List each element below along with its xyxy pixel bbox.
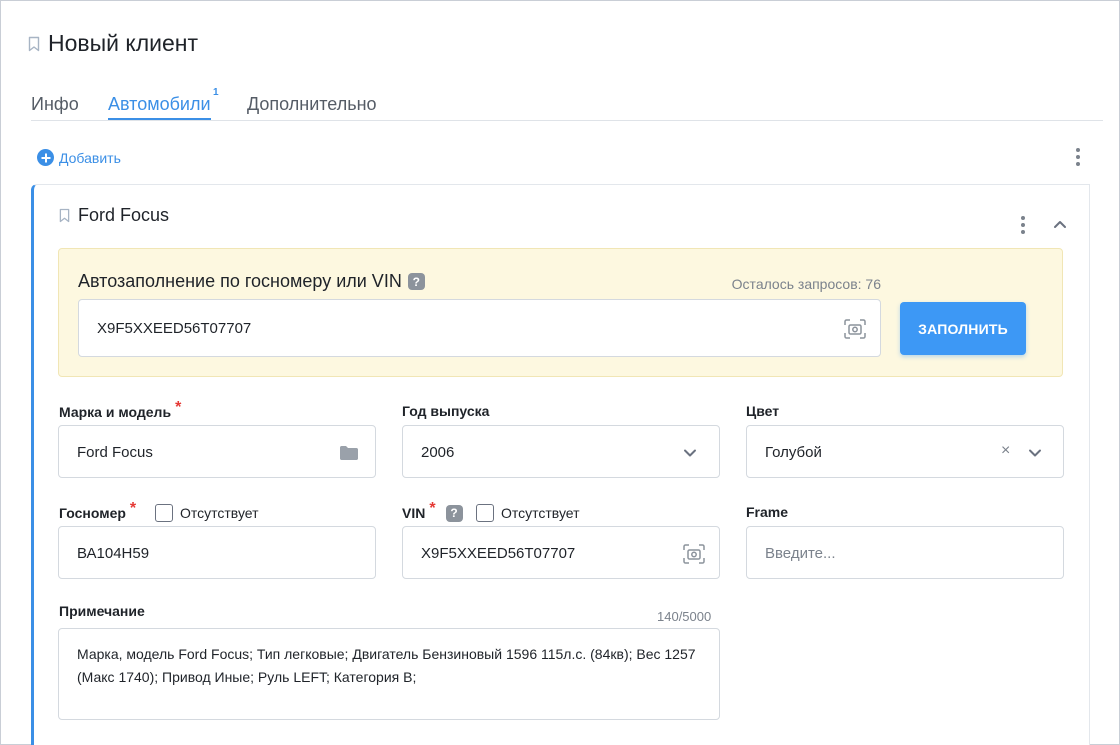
clear-x-icon[interactable]: × bbox=[1001, 442, 1010, 460]
note-char-counter: 140/5000 bbox=[657, 609, 712, 624]
chevron-down-icon bbox=[684, 449, 696, 457]
required-mark: * bbox=[129, 500, 137, 517]
plate-label: Госномер * bbox=[59, 500, 137, 521]
tab-additional[interactable]: Дополнительно bbox=[247, 94, 377, 120]
camera-scan-icon[interactable] bbox=[844, 319, 866, 339]
autofill-input[interactable]: X9F5XXEED56T07707 bbox=[78, 299, 881, 357]
tab-additional-label: Дополнительно bbox=[247, 94, 377, 114]
autofill-panel: Автозаполнение по госномеру или VIN ? Ос… bbox=[58, 248, 1063, 377]
year-select[interactable]: 2006 bbox=[402, 425, 720, 478]
year-label: Год выпуска bbox=[402, 403, 490, 419]
checkbox-box[interactable] bbox=[155, 504, 173, 522]
vin-value: X9F5XXEED56T07707 bbox=[421, 545, 576, 562]
add-vehicle-button[interactable]: Добавить bbox=[37, 149, 121, 166]
tab-cars-label: Автомобили bbox=[108, 94, 211, 114]
help-icon[interactable]: ? bbox=[445, 504, 463, 522]
note-textarea[interactable]: Марка, модель Ford Focus; Тип легковые; … bbox=[58, 628, 720, 720]
tab-cars-count-badge: 1 bbox=[212, 87, 219, 98]
vehicle-card: Ford Focus Автозаполнение по госномеру и… bbox=[31, 184, 1090, 745]
tab-cars[interactable]: Автомобили 1 bbox=[108, 87, 219, 120]
plate-missing-label: Отсутствует bbox=[180, 505, 259, 521]
requests-remaining-text: Осталось запросов: 76 bbox=[731, 276, 881, 292]
plate-value: ВА104Н59 bbox=[77, 545, 150, 562]
plate-input[interactable]: ВА104Н59 bbox=[58, 526, 376, 579]
note-label: Примечание bbox=[59, 603, 145, 619]
color-value: Голубой bbox=[765, 444, 822, 461]
list-more-menu-icon[interactable] bbox=[1072, 147, 1084, 167]
tab-info[interactable]: Инфо bbox=[31, 94, 79, 120]
camera-scan-icon[interactable] bbox=[683, 544, 705, 564]
make-model-field[interactable]: Ford Focus bbox=[58, 425, 376, 478]
add-vehicle-label: Добавить bbox=[59, 149, 121, 166]
color-label: Цвет bbox=[746, 403, 780, 419]
page-title: Новый клиент bbox=[28, 30, 198, 57]
autofill-submit-button[interactable]: ЗАПОЛНИТЬ bbox=[900, 302, 1026, 355]
checkbox-box[interactable] bbox=[476, 504, 494, 522]
frame-placeholder: Введите... bbox=[765, 545, 836, 562]
note-text: Марка, модель Ford Focus; Тип легковые; … bbox=[77, 646, 696, 685]
year-value: 2006 bbox=[421, 444, 455, 461]
plus-circle-icon bbox=[37, 149, 54, 166]
frame-input[interactable]: Введите... bbox=[746, 526, 1064, 579]
required-mark: * bbox=[175, 399, 182, 416]
vin-missing-checkbox[interactable]: Отсутствует bbox=[476, 504, 580, 522]
autofill-heading-text: Автозаполнение по госномеру или VIN bbox=[78, 271, 402, 291]
help-icon[interactable]: ? bbox=[407, 273, 425, 290]
collapse-chevron-up-icon[interactable] bbox=[1053, 219, 1067, 229]
tab-bar: Инфо Автомобили 1 Дополнительно bbox=[31, 87, 1103, 121]
vehicle-more-menu-icon[interactable] bbox=[1017, 215, 1029, 235]
chevron-down-icon bbox=[1029, 449, 1041, 457]
vehicle-title-text: Ford Focus bbox=[78, 205, 170, 225]
autofill-heading: Автозаполнение по госномеру или VIN ? bbox=[78, 271, 425, 292]
required-mark: * bbox=[429, 500, 436, 517]
bookmark-icon[interactable] bbox=[28, 36, 40, 52]
vin-label: VIN * ? bbox=[402, 500, 463, 522]
color-select[interactable]: Голубой × bbox=[746, 425, 1064, 478]
make-model-label: Марка и модель * bbox=[59, 399, 182, 420]
tab-info-label: Инфо bbox=[31, 94, 79, 114]
vin-input[interactable]: X9F5XXEED56T07707 bbox=[402, 526, 720, 579]
vin-missing-label: Отсутствует bbox=[501, 505, 580, 521]
frame-label: Frame bbox=[746, 504, 789, 520]
vehicle-card-title: Ford Focus bbox=[59, 205, 169, 226]
make-model-value: Ford Focus bbox=[77, 444, 153, 461]
folder-icon[interactable] bbox=[339, 445, 359, 461]
page-title-text: Новый клиент bbox=[48, 30, 199, 56]
autofill-input-value: X9F5XXEED56T07707 bbox=[97, 320, 252, 337]
plate-missing-checkbox[interactable]: Отсутствует bbox=[155, 504, 259, 522]
bookmark-icon[interactable] bbox=[59, 208, 70, 223]
